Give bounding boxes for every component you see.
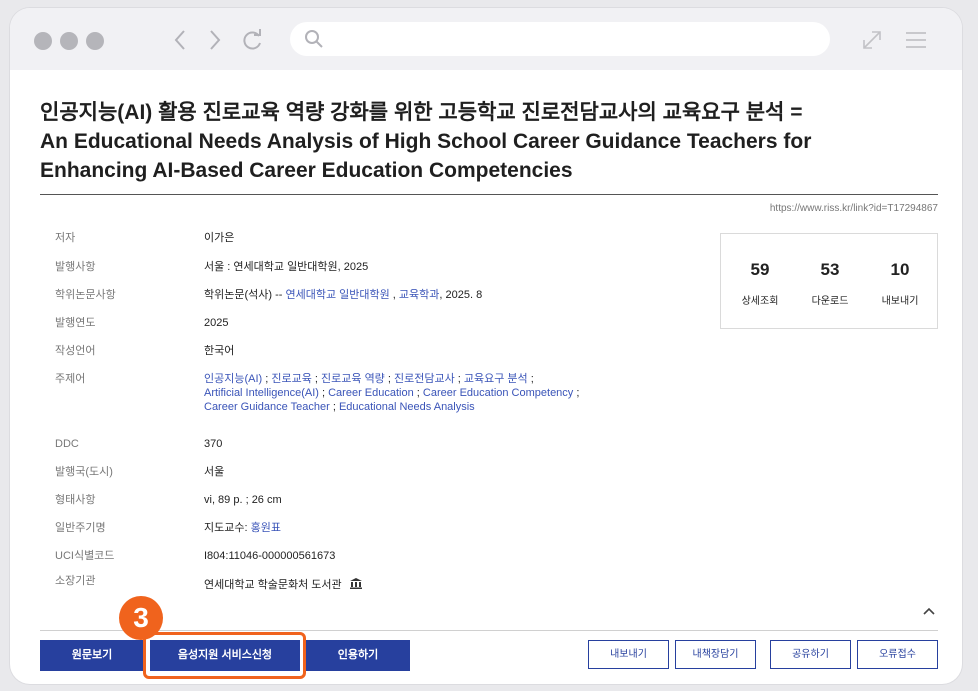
field-label: DDC <box>55 438 79 450</box>
record-detail: 인공지능(AI) 활용 진로교육 역량 강화를 위한 고등학교 진로전담교사의 … <box>10 70 962 684</box>
field-label: 발행사항 <box>55 261 96 273</box>
field-label: 일반주기명 <box>55 522 106 534</box>
field-label: 주제어 <box>55 373 86 385</box>
title-divider <box>40 194 938 195</box>
subject-link[interactable]: Career Education Competency <box>423 387 573 399</box>
holding-name: 연세대학교 학술문화처 도서관 <box>204 579 342 591</box>
field-value: 2025 <box>204 317 229 329</box>
subject-link[interactable]: 교육요구 분석 <box>464 373 528 385</box>
school-link[interactable]: 연세대학교 일반대학원 <box>285 289 389 301</box>
field-value: 370 <box>204 438 223 450</box>
menu-icon[interactable] <box>902 26 930 54</box>
footer-divider <box>40 630 938 631</box>
bookshelf-button[interactable]: 내책장담기 <box>675 640 756 669</box>
forward-arrow-icon[interactable] <box>200 24 230 56</box>
subject-line: Career Guidance Teacher ; Educational Ne… <box>204 401 475 413</box>
title-english: Enhancing AI-Based Career Education Comp… <box>40 159 573 182</box>
address-bar[interactable] <box>290 22 830 56</box>
step-badge: 3 <box>119 596 163 640</box>
export-button[interactable]: 내보내기 <box>588 640 669 669</box>
field-label: 작성언어 <box>55 345 96 357</box>
browser-toolbar <box>10 8 962 70</box>
subject-line: 인공지능(AI) ; 진로교육 ; 진로교육 역량 ; 진로전담교사 ; 교육요… <box>204 373 534 385</box>
field-label: 저자 <box>55 232 76 244</box>
author-link[interactable]: 이가은 <box>204 231 234 245</box>
advisor-prefix: 지도교수: <box>204 522 251 534</box>
stat-downloads: 53 다운로드 <box>811 260 849 307</box>
search-icon <box>305 30 323 48</box>
back-arrow-icon[interactable] <box>165 24 195 56</box>
subject-link[interactable]: 진로교육 역량 <box>321 373 385 385</box>
subject-link[interactable]: Educational Needs Analysis <box>339 401 475 413</box>
subject-link[interactable]: 진로전담교사 <box>394 373 455 385</box>
subject-list: 인공지능(AI) ; 진로교육 ; 진로교육 역량 ; 진로전담교사 ; 교육요… <box>204 372 579 414</box>
field-label: 형태사항 <box>55 494 96 506</box>
subject-link[interactable]: Career Guidance Teacher <box>204 401 330 413</box>
usage-stats: 59 상세조회 53 다운로드 10 내보내기 <box>720 233 938 329</box>
thesis-sep: , <box>389 289 399 301</box>
title-english: An Educational Needs Analysis of High Sc… <box>40 130 812 153</box>
report-error-button[interactable]: 오류접수 <box>857 640 938 669</box>
field-value: I804:11046-000000561673 <box>204 550 336 562</box>
field-value: 학위논문(석사) -- 연세대학교 일반대학원 , 교육학과, 2025. 8 <box>204 288 482 302</box>
field-value: 연세대학교 학술문화처 도서관 <box>204 578 362 592</box>
thesis-prefix: 학위논문(석사) -- <box>204 289 286 301</box>
subject-link[interactable]: 인공지능(AI) <box>204 373 262 385</box>
library-icon[interactable] <box>349 578 362 589</box>
window-dot[interactable] <box>60 32 78 50</box>
stat-exports: 10 내보내기 <box>881 260 919 307</box>
page-title: 인공지능(AI) 활용 진로교육 역량 강화를 위한 고등학교 진로전담교사의 … <box>40 98 920 185</box>
browser-window: 인공지능(AI) 활용 진로교육 역량 강화를 위한 고등학교 진로전담교사의 … <box>10 8 962 684</box>
collapse-chevron-icon[interactable] <box>922 606 936 616</box>
field-label: 소장기관 <box>55 575 96 587</box>
cite-button[interactable]: 인용하기 <box>306 640 410 671</box>
stat-views: 59 상세조회 <box>741 260 779 307</box>
reload-icon[interactable] <box>238 24 268 56</box>
field-value: 지도교수: 홍원표 <box>204 521 281 535</box>
share-button[interactable]: 공유하기 <box>770 640 851 669</box>
field-value: 서울 <box>204 466 225 478</box>
field-value: 한국어 <box>204 345 235 357</box>
advisor-link[interactable]: 홍원표 <box>251 522 281 534</box>
subject-link[interactable]: Career Education <box>328 387 414 399</box>
field-value: vi, 89 p. ; 26 cm <box>204 494 282 506</box>
window-dot[interactable] <box>86 32 104 50</box>
title-korean: 인공지능(AI) 활용 진로교육 역량 강화를 위한 고등학교 진로전담교사의 … <box>40 101 803 124</box>
subject-line: Artificial Intelligence(AI) ; Career Edu… <box>204 387 580 399</box>
field-label: 학위논문사항 <box>55 289 116 301</box>
field-label: 발행국(도시) <box>55 466 113 478</box>
view-original-button[interactable]: 원문보기 <box>40 640 144 671</box>
department-link[interactable]: 교육학과 <box>399 289 439 301</box>
thesis-suffix: , 2025. 8 <box>439 289 483 301</box>
permalink[interactable]: https://www.riss.kr/link?id=T17294867 <box>770 203 938 214</box>
step-highlight <box>143 632 306 679</box>
expand-icon[interactable] <box>858 26 886 54</box>
subject-link[interactable]: 진로교육 <box>271 373 311 385</box>
field-label: UCI식별코드 <box>55 550 115 562</box>
window-dot[interactable] <box>34 32 52 50</box>
field-label: 발행연도 <box>55 317 96 329</box>
field-value: 서울 : 연세대학교 일반대학원, 2025 <box>204 261 369 273</box>
subject-link[interactable]: Artificial Intelligence(AI) <box>204 387 319 399</box>
